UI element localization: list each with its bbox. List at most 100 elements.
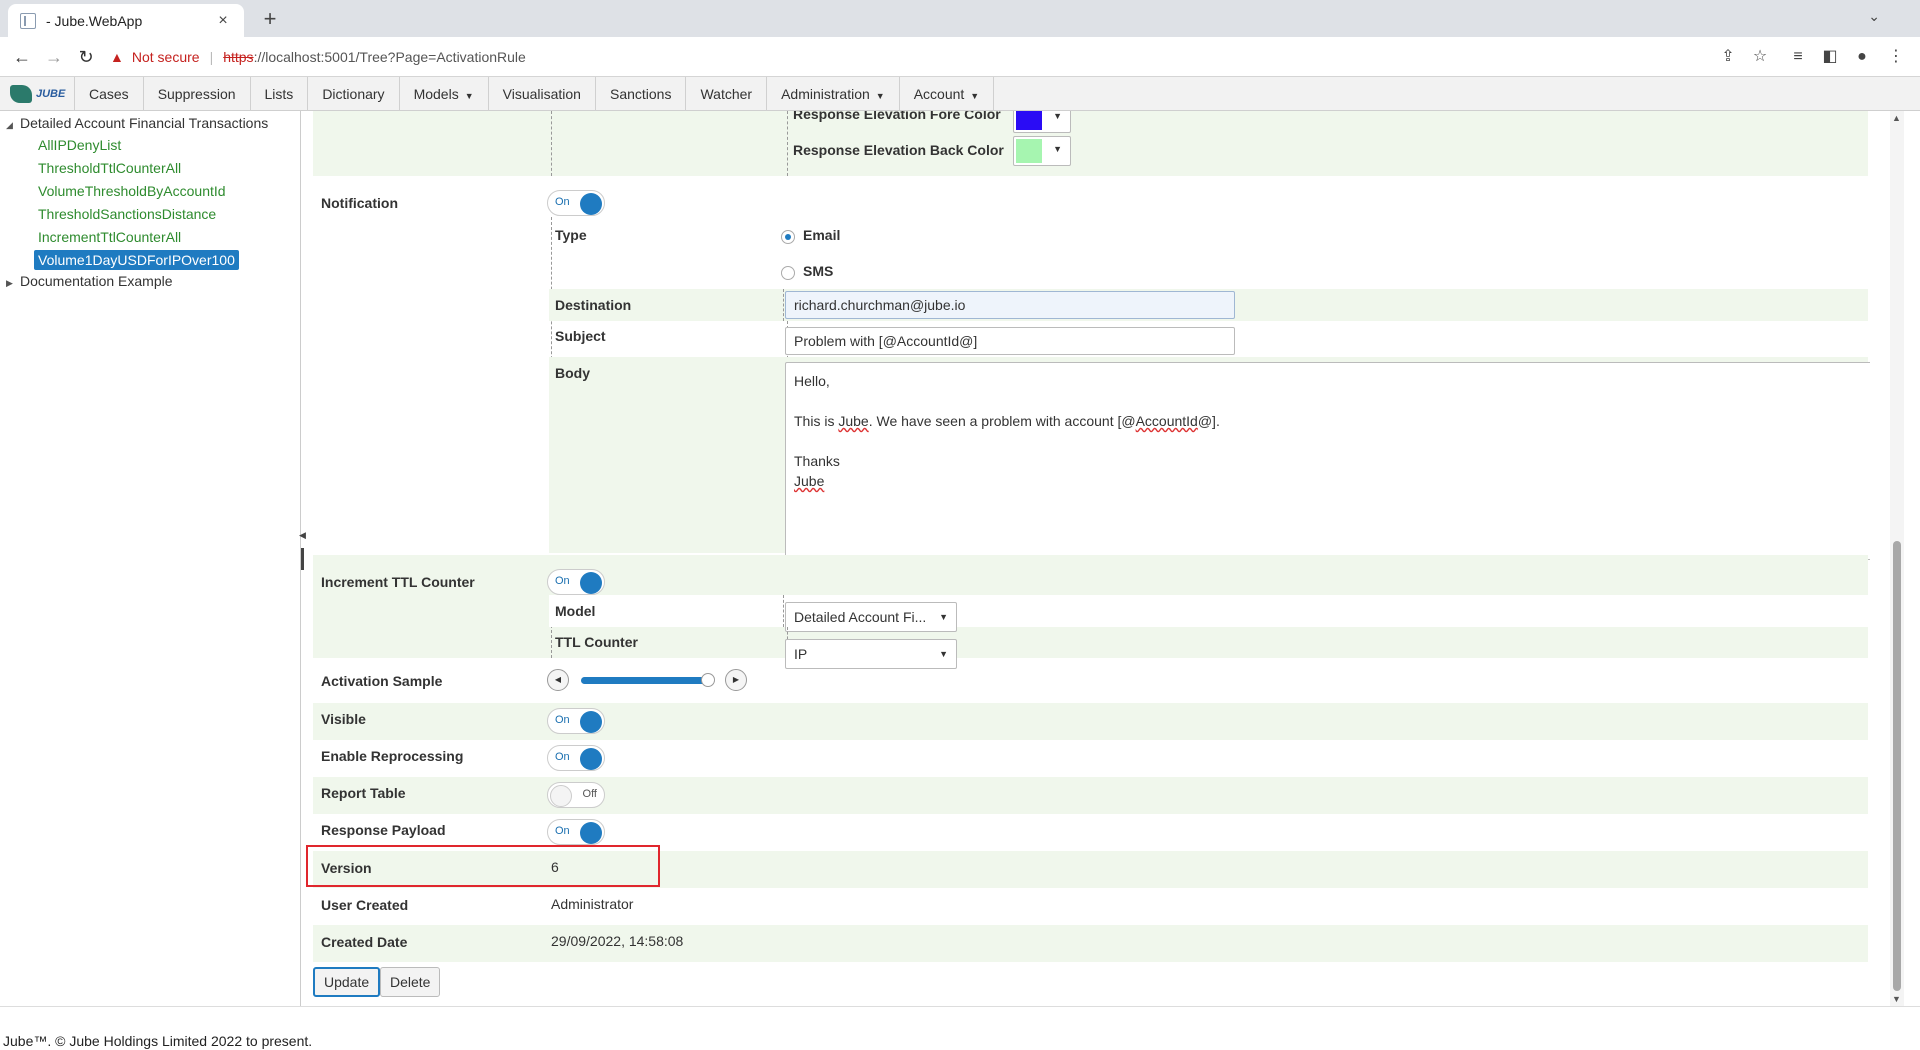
- slider-track[interactable]: [581, 673, 716, 687]
- group-divider: [783, 289, 784, 321]
- slider-decrease-icon[interactable]: ◀: [547, 669, 569, 691]
- report-table-toggle[interactable]: Off: [547, 782, 605, 808]
- subject-input[interactable]: Problem with [@AccountId@]: [785, 327, 1235, 355]
- body-textarea[interactable]: Hello, This is Jube. We have seen a prob…: [785, 362, 1870, 560]
- scroll-up-icon[interactable]: ▲: [1892, 113, 1901, 123]
- toggle-knob: [580, 572, 602, 594]
- user-created-value: Administrator: [551, 896, 634, 912]
- tree-leaf[interactable]: VolumeThresholdByAccountId: [34, 181, 230, 201]
- forward-icon[interactable]: →: [42, 45, 66, 69]
- tree-leaf[interactable]: AllIPDenyList: [34, 135, 125, 155]
- version-highlight-box: [306, 845, 660, 887]
- menu-dictionary[interactable]: Dictionary: [308, 77, 400, 111]
- browser-tab[interactable]: - Jube.WebApp ×: [8, 4, 244, 37]
- caret-down-icon: ▼: [939, 612, 948, 622]
- new-tab-button[interactable]: +: [256, 6, 284, 34]
- ttl-counter-label: TTL Counter: [555, 634, 638, 650]
- scrollbar-thumb[interactable]: [1893, 541, 1901, 991]
- reload-icon[interactable]: ↻: [74, 45, 98, 69]
- model-dropdown[interactable]: Detailed Account Fi... ▼: [785, 602, 957, 632]
- notification-toggle[interactable]: On: [547, 190, 605, 216]
- logo-text: JUBE: [36, 88, 66, 100]
- app-menu-bar: JUBE Cases Suppression Lists Dictionary …: [0, 77, 1920, 111]
- collapsed-triangle-icon[interactable]: ▶: [6, 278, 20, 289]
- page-icon: [20, 12, 36, 29]
- address-bar[interactable]: ▲ Not secure | https ://localhost:5001/T…: [110, 42, 1690, 72]
- close-tab-icon[interactable]: ×: [214, 12, 232, 30]
- back-color-picker[interactable]: ▼: [1013, 136, 1071, 166]
- share-icon[interactable]: ⇪: [1716, 45, 1740, 69]
- visible-row: Visible On: [313, 703, 1868, 740]
- panel-splitter[interactable]: ◀: [299, 530, 306, 570]
- menu-cases[interactable]: Cases: [75, 77, 144, 111]
- bookmark-star-icon[interactable]: ☆: [1748, 45, 1772, 69]
- menu-visualisation[interactable]: Visualisation: [489, 77, 596, 111]
- body-line: Thanks: [794, 453, 840, 469]
- delete-button[interactable]: Delete: [380, 967, 441, 997]
- back-icon[interactable]: ←: [10, 45, 34, 69]
- tree-leaf[interactable]: ThresholdSanctionsDistance: [34, 204, 220, 224]
- browser-toolbar: ← → ↻ ▲ Not secure | https ://localhost:…: [0, 37, 1920, 77]
- tree-node-documentation-example[interactable]: ▶ Documentation Example: [6, 273, 173, 289]
- menu-account[interactable]: Account ▼: [900, 77, 995, 111]
- enable-reprocessing-row: Enable Reprocessing On: [313, 740, 1868, 777]
- more-menu-icon[interactable]: ⋮: [1884, 45, 1908, 69]
- radio-sms[interactable]: [781, 266, 795, 280]
- collapse-arrow-icon[interactable]: ◀: [299, 530, 306, 541]
- back-color-label: Response Elevation Back Color: [793, 142, 1004, 158]
- menu-suppression[interactable]: Suppression: [144, 77, 251, 111]
- slider-increase-icon[interactable]: ▶: [725, 669, 747, 691]
- body-line-blank: [794, 391, 1866, 411]
- enable-reprocessing-toggle[interactable]: On: [547, 745, 605, 771]
- tree-leaf-selected[interactable]: Volume1DayUSDForIPOver100: [34, 250, 239, 270]
- visible-toggle[interactable]: On: [547, 708, 605, 734]
- profile-icon[interactable]: ●: [1850, 45, 1874, 69]
- caret-down-icon: ▼: [1053, 111, 1062, 121]
- menu-watcher[interactable]: Watcher: [686, 77, 768, 111]
- toggle-knob: [550, 785, 572, 807]
- footer-text: Jube™. © Jube Holdings Limited 2022 to p…: [3, 1033, 313, 1049]
- group-divider: [787, 111, 788, 176]
- tab-search-icon[interactable]: ⌄: [1868, 8, 1880, 25]
- destination-input[interactable]: richard.churchman@jube.io: [785, 291, 1235, 319]
- main-scrollbar[interactable]: ▲ ▼: [1890, 111, 1904, 1006]
- address-separator: |: [209, 49, 214, 65]
- scroll-down-icon[interactable]: ▼: [1892, 994, 1901, 1004]
- radio-email[interactable]: [781, 230, 795, 244]
- expanded-triangle-icon[interactable]: ◢: [6, 120, 20, 131]
- side-panel-icon[interactable]: ◧: [1818, 45, 1842, 69]
- toggle-knob: [580, 822, 602, 844]
- media-queue-icon[interactable]: ≡: [1786, 45, 1810, 69]
- update-button[interactable]: Update: [313, 967, 381, 997]
- response-payload-toggle[interactable]: On: [547, 819, 605, 845]
- body-line-blank: [794, 431, 1866, 451]
- tree-node-detailed-account[interactable]: ◢ Detailed Account Financial Transactions: [6, 115, 268, 131]
- increment-ttl-toggle[interactable]: On: [547, 569, 605, 595]
- slider-thumb[interactable]: [701, 673, 716, 687]
- activation-sample-slider[interactable]: ◀ ▶: [547, 669, 747, 691]
- caret-down-icon: ▼: [970, 91, 980, 101]
- caret-down-icon: ▼: [1053, 144, 1062, 154]
- activation-sample-row: Activation Sample ◀ ▶: [313, 658, 1868, 693]
- response-elevation-group: Response Elevation Fore Color ▼ Response…: [313, 111, 1868, 176]
- tree-leaf[interactable]: ThresholdTtlCounterAll: [34, 158, 185, 178]
- user-created-row: User Created Administrator: [313, 888, 1868, 925]
- page-footer: Jube™. © Jube Holdings Limited 2022 to p…: [0, 1006, 1920, 1050]
- fore-color-picker[interactable]: ▼: [1013, 111, 1071, 133]
- notification-label: Notification: [321, 195, 398, 211]
- warning-icon: ▲: [110, 49, 124, 65]
- subject-label: Subject: [555, 328, 606, 344]
- splitter-handle[interactable]: [301, 548, 304, 570]
- jube-logo[interactable]: JUBE: [0, 77, 75, 111]
- menu-lists[interactable]: Lists: [251, 77, 309, 111]
- menu-sanctions[interactable]: Sanctions: [596, 77, 687, 111]
- radio-email-label: Email: [803, 227, 841, 243]
- type-label: Type: [555, 227, 587, 243]
- toggle-knob: [580, 748, 602, 770]
- response-payload-label: Response Payload: [321, 822, 446, 838]
- body-line: This is Jube. We have seen a problem wit…: [794, 413, 1220, 429]
- activation-sample-label: Activation Sample: [321, 673, 443, 689]
- menu-models[interactable]: Models ▼: [400, 77, 489, 111]
- tree-leaf[interactable]: IncrementTtlCounterAll: [34, 227, 185, 247]
- menu-administration[interactable]: Administration ▼: [767, 77, 900, 111]
